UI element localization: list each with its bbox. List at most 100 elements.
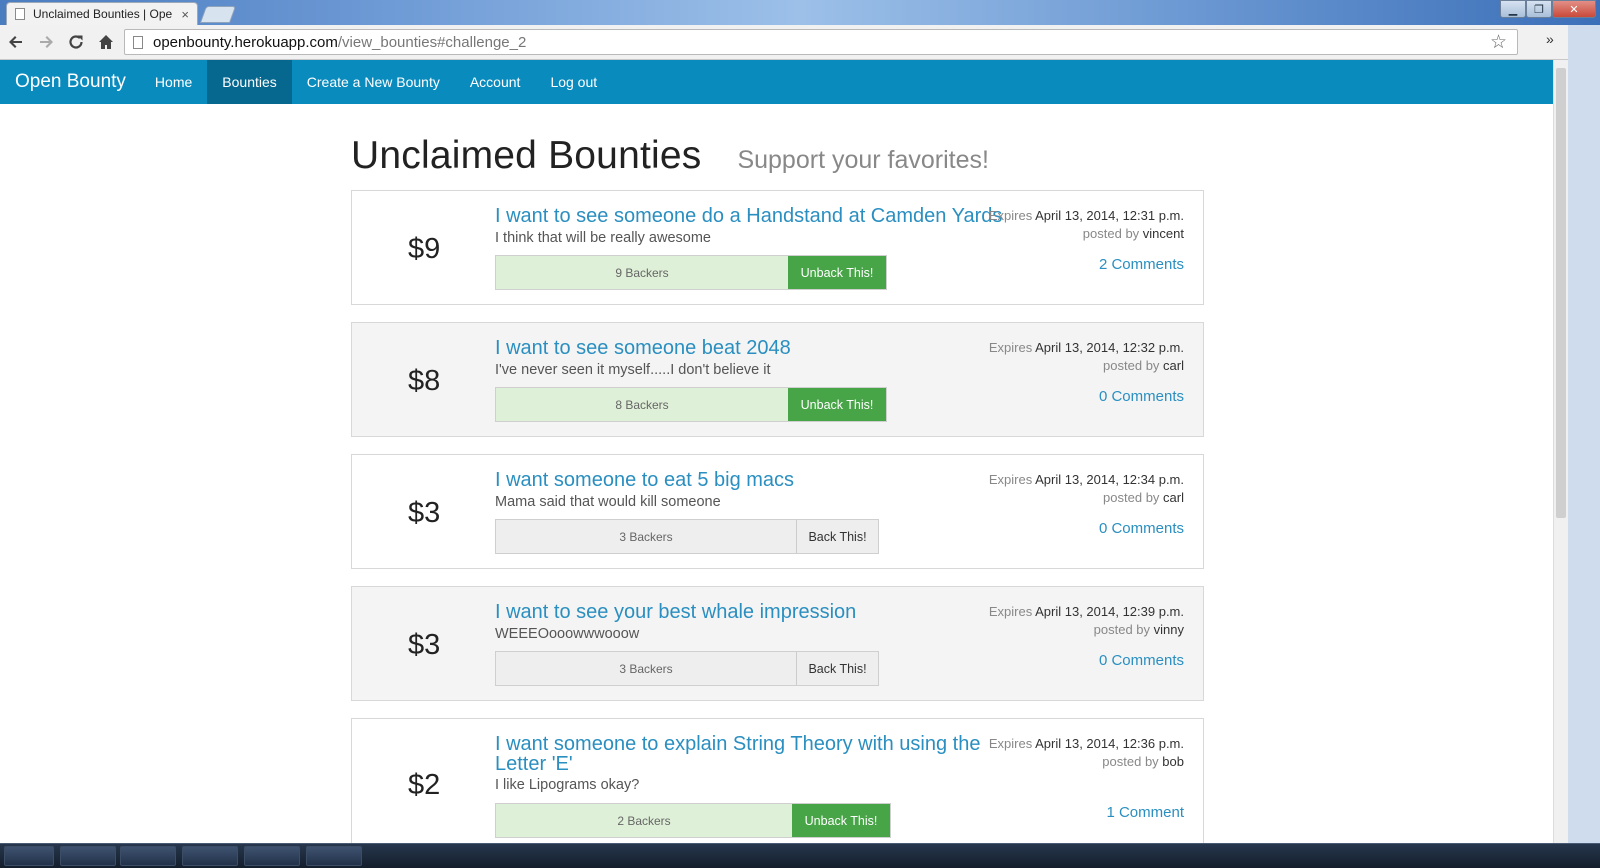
browser-toolbar: openbounty.herokuapp.com /view_bounties#…: [0, 25, 1600, 60]
bounty-card: $3 I want someone to eat 5 big macs Mama…: [351, 454, 1204, 569]
taskbar-app-button[interactable]: [182, 846, 238, 866]
backers-count: 2 Backers: [496, 804, 792, 837]
start-button[interactable]: [4, 846, 54, 866]
bounty-card: $3 I want to see your best whale impress…: [351, 586, 1204, 701]
taskbar-app-button[interactable]: [120, 846, 176, 866]
extensions-overflow-icon[interactable]: »: [1546, 31, 1554, 47]
backers-count: 8 Backers: [496, 388, 788, 421]
backers-progress: 2 Backers Unback This!: [495, 803, 891, 838]
bookmark-star-icon[interactable]: ☆: [1490, 31, 1507, 54]
expires-label: Expires: [988, 604, 1033, 619]
expires-date: April 13, 2014, 12:32 p.m.: [1035, 340, 1184, 355]
backers-count: 3 Backers: [496, 520, 796, 553]
nav-account[interactable]: Account: [455, 60, 536, 104]
page-subtitle: Support your favorites!: [737, 146, 989, 174]
bounty-description: I like Lipograms okay?: [495, 777, 640, 793]
home-icon[interactable]: [92, 28, 120, 56]
bounty-title-link[interactable]: I want to see someone do a Handstand at …: [495, 206, 1015, 226]
page-scrollbar[interactable]: [1553, 60, 1568, 843]
reload-icon[interactable]: [62, 28, 90, 56]
brand-link[interactable]: Open Bounty: [0, 60, 126, 104]
restore-button[interactable]: ❐: [1526, 0, 1552, 18]
author-name: carl: [1163, 358, 1184, 373]
os-taskbar: [0, 843, 1600, 868]
page-title: Unclaimed Bounties: [351, 134, 702, 177]
posted-by-label: posted by: [1103, 358, 1160, 373]
comments-link[interactable]: 1 Comment: [1106, 804, 1184, 821]
bounty-card: $9 I want to see someone do a Handstand …: [351, 190, 1204, 305]
expires-label: Expires: [988, 208, 1033, 223]
posted-by-label: posted by: [1102, 754, 1159, 769]
bounty-meta: Expires April 13, 2014, 12:34 p.m. poste…: [989, 471, 1184, 507]
posted-by-label: posted by: [1103, 490, 1160, 505]
tab-close-icon[interactable]: ×: [181, 7, 189, 22]
back-arrow-icon[interactable]: [2, 28, 30, 56]
taskbar-app-button[interactable]: [306, 846, 362, 866]
backers-count: 3 Backers: [496, 652, 796, 685]
posted-by-label: posted by: [1093, 622, 1151, 637]
expires-date: April 13, 2014, 12:34 p.m.: [1035, 472, 1184, 487]
backers-progress: 3 Backers Back This!: [495, 519, 879, 554]
bounty-description: Mama said that would kill someone: [495, 494, 721, 510]
unback-button[interactable]: Unback This!: [792, 804, 890, 837]
unback-button[interactable]: Unback This!: [788, 256, 886, 289]
back-button[interactable]: Back This!: [796, 652, 878, 685]
address-bar[interactable]: openbounty.herokuapp.com /view_bounties#…: [124, 29, 1518, 55]
new-tab-button[interactable]: [199, 6, 237, 23]
nav-logout[interactable]: Log out: [535, 60, 612, 104]
close-window-button[interactable]: ✕: [1552, 0, 1596, 18]
nav-bounties[interactable]: Bounties: [207, 60, 292, 104]
bounty-amount: $2: [408, 769, 441, 801]
forward-arrow-icon[interactable]: [32, 28, 60, 56]
expires-label: Expires: [988, 472, 1033, 487]
bounty-meta: Expires April 13, 2014, 12:39 p.m. poste…: [989, 603, 1184, 639]
bounty-card: $8 I want to see someone beat 2048 I've …: [351, 322, 1204, 437]
page-icon: [133, 35, 143, 49]
bounty-title-link[interactable]: I want someone to explain String Theory …: [495, 734, 1015, 774]
expires-label: Expires: [988, 340, 1033, 355]
bounty-title-link[interactable]: I want to see your best whale impression: [495, 602, 1015, 622]
nav-home[interactable]: Home: [140, 60, 207, 104]
bounty-title-link[interactable]: I want someone to eat 5 big macs: [495, 470, 1015, 490]
backers-progress: 8 Backers Unback This!: [495, 387, 887, 422]
bounty-card: $2 I want someone to explain String Theo…: [351, 718, 1204, 843]
scrollbar-thumb[interactable]: [1556, 68, 1566, 518]
comments-link[interactable]: 0 Comments: [1099, 520, 1184, 537]
nav-create-bounty[interactable]: Create a New Bounty: [292, 60, 455, 104]
browser-tab[interactable]: Unclaimed Bounties | Ope ×: [6, 2, 198, 25]
window-controls: ▁ ❐ ✕: [1500, 0, 1596, 18]
backers-count: 9 Backers: [496, 256, 788, 289]
bounty-description: WEEEOooowwwooow: [495, 626, 640, 642]
bounty-description: I've never seen it myself.....I don't be…: [495, 362, 771, 378]
back-button[interactable]: Back This!: [796, 520, 878, 553]
author-name: bob: [1162, 754, 1184, 769]
tab-strip: Unclaimed Bounties | Ope × ▁ ❐ ✕: [0, 0, 1600, 25]
author-name: carl: [1163, 490, 1184, 505]
backers-progress: 9 Backers Unback This!: [495, 255, 887, 290]
expires-date: April 13, 2014, 12:31 p.m.: [1035, 208, 1184, 223]
minimize-button[interactable]: ▁: [1500, 0, 1526, 18]
taskbar-app-button[interactable]: [244, 846, 300, 866]
bounty-meta: Expires April 13, 2014, 12:31 p.m. poste…: [989, 207, 1184, 243]
page-header: Unclaimed Bounties Support your favorite…: [351, 134, 1204, 178]
bounty-description: I think that will be really awesome: [495, 230, 711, 246]
expires-date: April 13, 2014, 12:39 p.m.: [1035, 604, 1184, 619]
page-viewport: Open Bounty Home Bounties Create a New B…: [0, 60, 1553, 843]
tab-title: Unclaimed Bounties | Ope: [33, 7, 173, 21]
expires-label: Expires: [988, 736, 1033, 751]
comments-link[interactable]: 0 Comments: [1099, 652, 1184, 669]
unback-button[interactable]: Unback This!: [788, 388, 886, 421]
main-content: Unclaimed Bounties Support your favorite…: [351, 134, 1204, 843]
window-frame: [1568, 25, 1600, 843]
comments-link[interactable]: 2 Comments: [1099, 256, 1184, 273]
comments-link[interactable]: 0 Comments: [1099, 388, 1184, 405]
bounty-meta: Expires April 13, 2014, 12:36 p.m. poste…: [989, 735, 1184, 771]
backers-progress: 3 Backers Back This!: [495, 651, 879, 686]
bounty-amount: $3: [408, 629, 441, 661]
url-host: openbounty.herokuapp.com: [153, 33, 338, 51]
author-name: vinny: [1153, 622, 1184, 637]
page-favicon-icon: [15, 8, 25, 20]
bounty-title-link[interactable]: I want to see someone beat 2048: [495, 338, 1015, 358]
taskbar-app-button[interactable]: [60, 846, 116, 866]
bounty-meta: Expires April 13, 2014, 12:32 p.m. poste…: [989, 339, 1184, 375]
